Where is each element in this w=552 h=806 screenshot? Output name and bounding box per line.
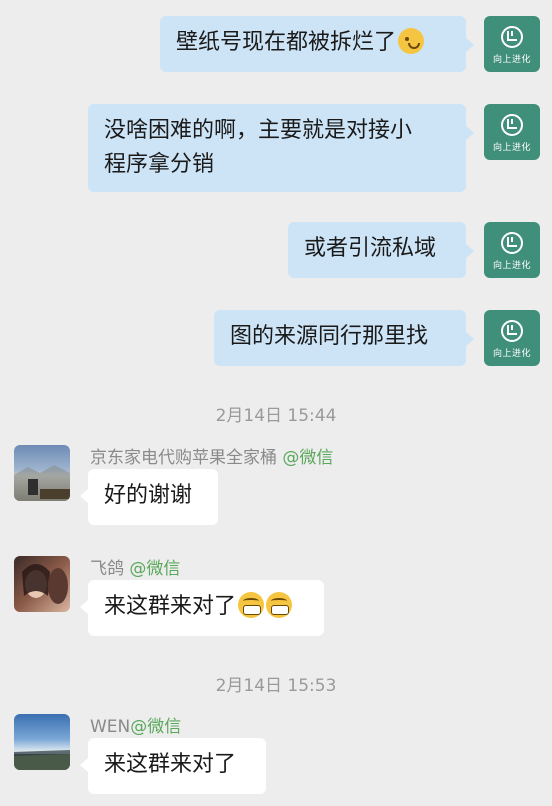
message-bubble-incoming[interactable]: 来这群来对了 [88, 738, 266, 794]
avatar-photo [14, 465, 70, 501]
message-bubble-incoming[interactable]: 好的谢谢 [88, 469, 218, 525]
bubble-tail [466, 332, 474, 346]
message-bubble-outgoing[interactable]: 图的来源同行那里找 [214, 310, 466, 366]
avatar-photo [14, 750, 70, 770]
logo-label: 向上进化 [492, 260, 531, 271]
bubble-tail [80, 600, 88, 614]
self-avatar[interactable]: 向上进化 [484, 104, 540, 160]
logo-icon [501, 113, 523, 136]
sender-name: 京东家电代购苹果全家桶 [90, 448, 277, 468]
self-avatar[interactable]: 向上进化 [484, 16, 540, 72]
bubble-tail [466, 244, 474, 258]
self-avatar[interactable]: 向上进化 [484, 222, 540, 278]
message-text-line: 没啥困难的啊，主要就是对接小 [104, 118, 413, 143]
bubble-tail [466, 126, 474, 140]
grinning-emoji-icon [266, 592, 293, 618]
crying-laughing-emoji-icon [398, 28, 425, 54]
contact-avatar[interactable] [14, 714, 70, 770]
message-text: 好的谢谢 [104, 483, 193, 508]
contact-avatar[interactable] [14, 445, 70, 501]
contact-avatar[interactable] [14, 556, 70, 612]
message-bubble-outgoing[interactable]: 壁纸号现在都被拆烂了 [160, 16, 466, 72]
sender-name: WEN [90, 717, 131, 737]
bubble-tail [80, 758, 88, 772]
sender-name: 飞鸽 [90, 559, 124, 579]
self-avatar[interactable]: 向上进化 [484, 310, 540, 366]
logo-label: 向上进化 [492, 348, 531, 359]
logo-icon [501, 231, 523, 254]
message-text: 或者引流私域 [304, 236, 437, 261]
message-text: 来这群来对了 [104, 594, 237, 619]
timestamp: 2月14日 15:44 [215, 406, 337, 426]
sender-name-line: 京东家电代购苹果全家桶 @微信 [90, 443, 333, 468]
message-text: 壁纸号现在都被拆烂了 [176, 30, 397, 55]
sender-source: @微信 [282, 448, 334, 468]
logo-label: 向上进化 [492, 54, 531, 65]
grinning-emoji-icon [238, 592, 265, 618]
message-text: 图的来源同行那里找 [230, 324, 429, 349]
sender-source: @微信 [130, 717, 182, 737]
timestamp: 2月14日 15:53 [215, 676, 337, 696]
logo-icon [501, 25, 523, 48]
message-bubble-incoming[interactable]: 来这群来对了 [88, 580, 324, 636]
avatar-photo [22, 564, 68, 604]
sender-source: @微信 [129, 559, 181, 579]
sender-name-line: 飞鸽 @微信 [90, 554, 180, 579]
message-bubble-outgoing[interactable]: 或者引流私域 [288, 222, 466, 278]
message-text-line: 程序拿分销 [104, 152, 215, 177]
logo-icon [501, 319, 523, 342]
logo-label: 向上进化 [492, 142, 531, 153]
bubble-tail [466, 38, 474, 52]
sender-name-line: WEN@微信 [90, 712, 181, 737]
message-bubble-outgoing[interactable]: 没啥困难的啊，主要就是对接小 程序拿分销 [88, 104, 466, 192]
message-text: 来这群来对了 [104, 752, 237, 777]
bubble-tail [80, 489, 88, 503]
